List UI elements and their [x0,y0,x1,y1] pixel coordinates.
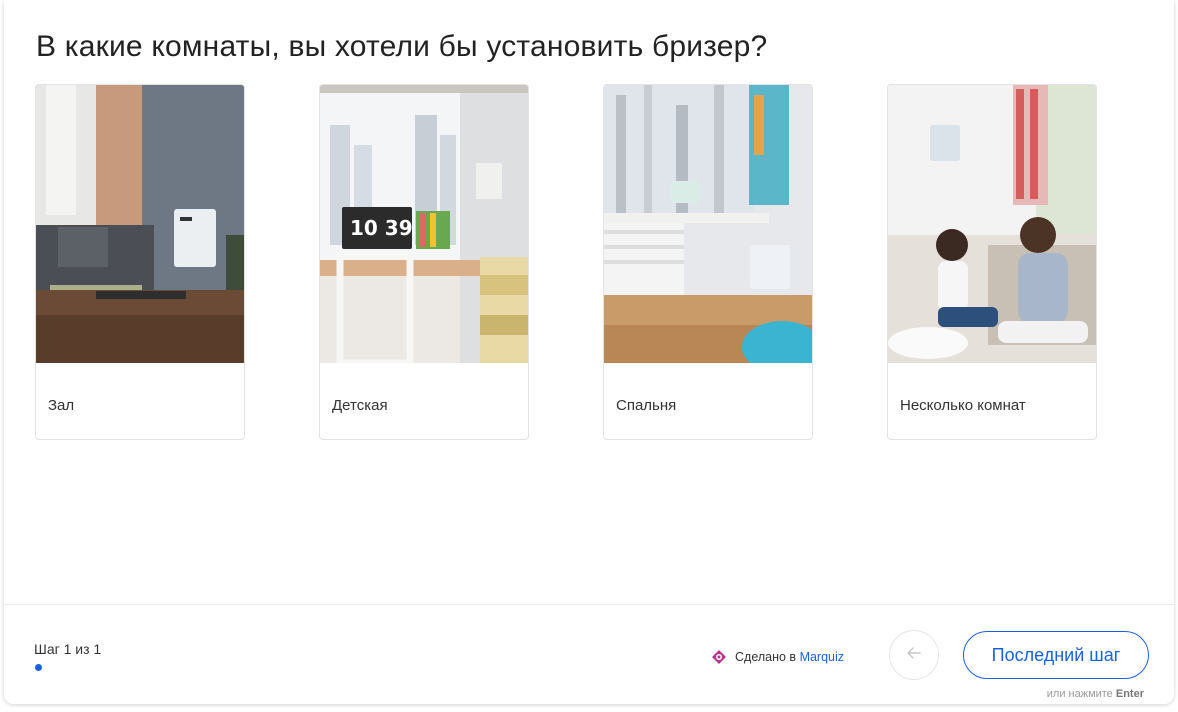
kids-room-photo: 10 39 [320,85,528,363]
bedroom-photo [604,85,812,363]
marquiz-logo-icon [712,650,726,667]
enter-hint: или нажмите Enter [1047,688,1144,700]
step-progress-dot [35,664,42,671]
marquiz-link[interactable]: Marquiz [800,650,844,664]
footer-bar: Шаг 1 из 1 Сделано в Marquiz Последний ш… [4,604,1174,704]
hint-prefix: или нажмите [1046,688,1113,700]
option-card-bedroom[interactable]: Спальня [603,84,813,440]
option-label: Спальня [616,397,677,414]
quiz-card: В какие комнаты, вы хотели бы установить… [4,0,1174,704]
svg-text:10 39: 10 39 [350,216,413,240]
option-card-kids-room[interactable]: 10 39 Детская [319,84,529,440]
made-with-credit: Сделано в Marquiz [712,650,844,667]
option-label: Несколько комнат [900,397,1026,414]
made-with-text: Сделано в [735,650,797,664]
hint-key: Enter [1115,688,1144,700]
step-indicator-text: Шаг 1 из 1 [34,641,102,657]
question-title: В какие комнаты, вы хотели бы установить… [36,30,768,63]
arrow-left-icon [907,646,921,664]
option-label: Детская [332,397,388,414]
back-button[interactable] [889,630,939,680]
option-label: Зал [48,397,75,414]
living-room-photo [36,85,244,363]
option-card-living-room[interactable]: Зал [35,84,245,440]
mother-and-daughter-photo [888,85,1096,363]
option-card-several-rooms[interactable]: Несколько комнат [887,84,1097,440]
last-step-button[interactable]: Последний шаг [963,631,1149,679]
